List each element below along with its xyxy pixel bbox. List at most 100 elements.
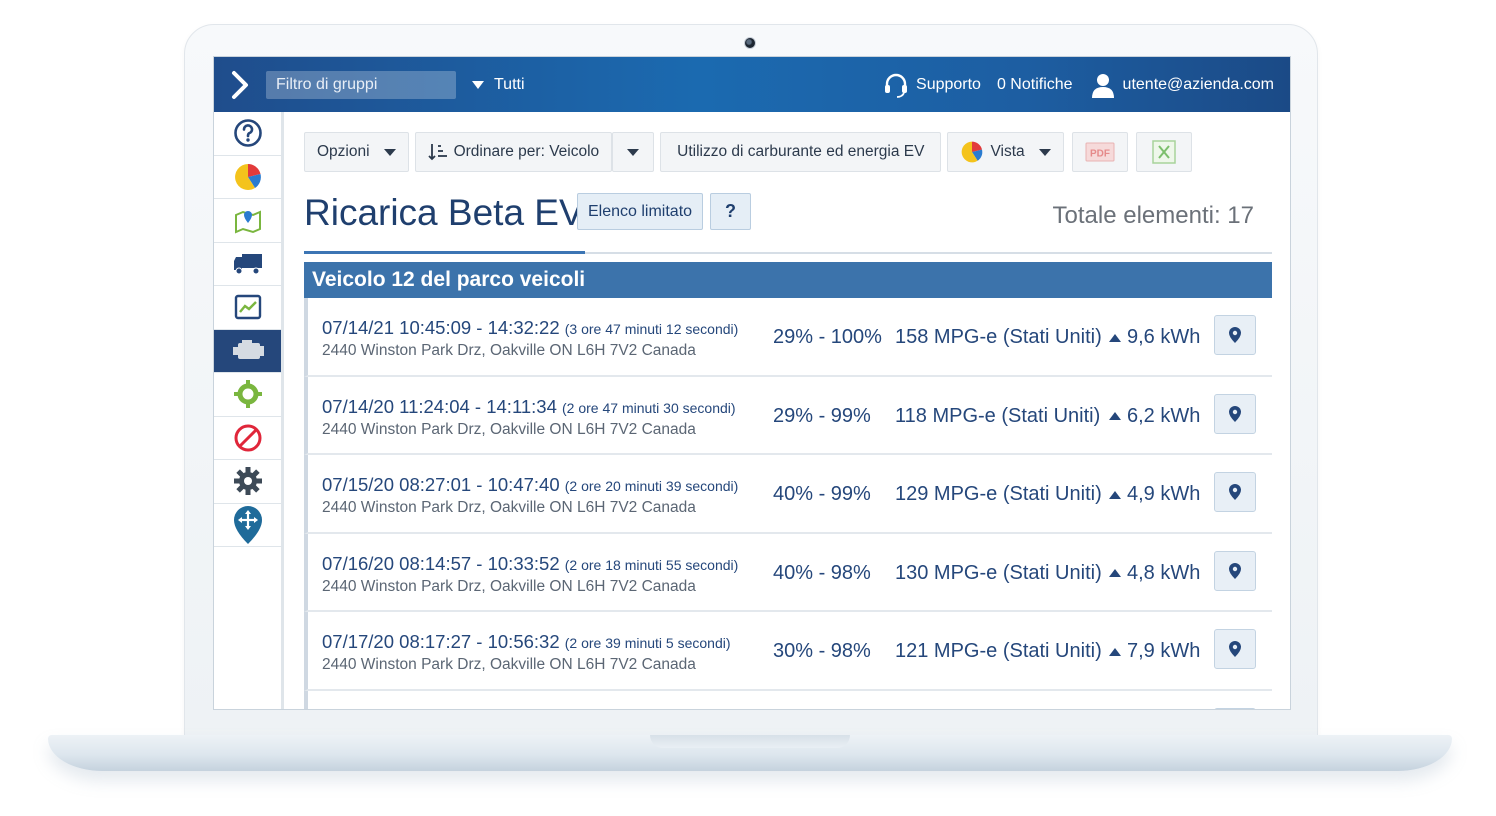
sidebar-item-rules[interactable] bbox=[214, 373, 281, 417]
session-time: 07/14/21 10:45:09 - 14:32:22 (3 ore 47 m… bbox=[322, 317, 739, 338]
map-pin-icon bbox=[1229, 562, 1241, 579]
options-label: Opzioni bbox=[317, 143, 370, 160]
svg-text:PDF: PDF bbox=[1090, 149, 1110, 160]
help-circle-icon bbox=[233, 119, 262, 148]
sort-button[interactable]: Ordinare per: Veicolo bbox=[414, 132, 613, 172]
energy-value: 4,9 kWh bbox=[1109, 483, 1200, 506]
all-groups-dropdown[interactable]: Tutti bbox=[472, 76, 525, 94]
support-label: Supporto bbox=[916, 75, 981, 93]
triangle-up-icon bbox=[1109, 647, 1121, 656]
sort-dropdown-button[interactable] bbox=[612, 132, 655, 172]
sidebar-item-marketplace[interactable] bbox=[214, 504, 281, 547]
list-item[interactable]: 07/16/20 08:14:57 - 10:33:52 (2 ore 18 m… bbox=[304, 533, 1272, 612]
caret-down-icon bbox=[383, 148, 396, 156]
session-duration: (2 ore 39 minuti 5 secondi) bbox=[564, 635, 731, 651]
settings-gear-icon bbox=[233, 467, 262, 496]
mpg-e-value: 129 MPG-e (Stati Uniti) bbox=[895, 483, 1102, 505]
charge-range: 29% - 99% bbox=[773, 404, 871, 427]
charge-range: 30% - 98% bbox=[773, 640, 871, 662]
pie-chart-icon bbox=[962, 141, 983, 163]
charge-range: 40% - 98% bbox=[773, 561, 871, 584]
sidebar-item-help[interactable] bbox=[214, 112, 281, 156]
triangle-down-icon bbox=[472, 80, 484, 89]
view-label: Vista bbox=[990, 143, 1025, 160]
session-duration: (2 ore 47 minuti 30 secondi) bbox=[562, 399, 736, 416]
sort-control: Ordinare per: Veicolo bbox=[414, 132, 655, 172]
session-duration: (3 ore 47 minuti 12 secondi) bbox=[564, 321, 739, 337]
excel-file-icon bbox=[1151, 140, 1176, 164]
session-duration: (2 ore 20 minuti 39 secondi) bbox=[564, 478, 739, 494]
caret-down-icon bbox=[1038, 148, 1051, 156]
charge-list: 07/14/21 10:45:09 - 14:32:22 (3 ore 47 m… bbox=[304, 298, 1272, 709]
energy-value: 6,2 kWh bbox=[1109, 405, 1200, 428]
truck-icon bbox=[233, 253, 262, 275]
map-pin-icon bbox=[1229, 484, 1241, 500]
triangle-up-icon bbox=[1109, 412, 1121, 420]
session-duration: (2 ore 18 minuti 55 secondi) bbox=[564, 556, 739, 573]
user-menu[interactable]: utente@azienda.com bbox=[1089, 71, 1274, 99]
group-filter-input[interactable] bbox=[266, 70, 456, 99]
charge-range: 29% - 100% bbox=[773, 326, 882, 348]
session-address: 2440 Winston Park Drz, Oakville ON L6H 7… bbox=[322, 342, 696, 359]
pdf-file-icon: PDF bbox=[1085, 142, 1115, 162]
sort-icon bbox=[427, 144, 447, 161]
laptop-notch bbox=[650, 735, 850, 748]
options-button[interactable]: Opzioni bbox=[304, 132, 409, 172]
notifications-label: 0 Notifiche bbox=[996, 75, 1073, 93]
title-row: Ricarica Beta EV Elenco limitato ? Total… bbox=[304, 192, 1272, 250]
energy-value: 4,8 kWh bbox=[1109, 562, 1200, 585]
support-link[interactable]: Supporto bbox=[882, 71, 981, 99]
session-address: 2440 Winston Park Drz, Oakville ON L6H 7… bbox=[322, 420, 696, 438]
list-item[interactable]: 07/17/20 08:17:27 - 10:56:32 (2 ore 39 m… bbox=[304, 612, 1272, 691]
sidebar-item-dashboard[interactable] bbox=[214, 156, 281, 199]
sidebar bbox=[214, 112, 284, 709]
mpg-e-value: 158 MPG-e (Stati Uniti) bbox=[895, 326, 1102, 348]
sidebar-item-activity[interactable] bbox=[214, 286, 281, 330]
mpg-e-value: 130 MPG-e (Stati Uniti) bbox=[895, 561, 1102, 584]
user-label: utente@azienda.com bbox=[1122, 75, 1274, 93]
sidebar-item-engine[interactable] bbox=[214, 329, 281, 373]
sidebar-item-settings[interactable] bbox=[214, 460, 281, 504]
show-on-map-button[interactable] bbox=[1214, 629, 1256, 669]
view-button[interactable]: Vista bbox=[947, 132, 1064, 172]
rules-gear-icon bbox=[233, 380, 262, 409]
report-button[interactable]: Utilizzo di carburante ed energia EV bbox=[660, 132, 942, 172]
list-item[interactable]: 07/15/20 08:27:01 - 10:47:40 (2 ore 20 m… bbox=[304, 455, 1272, 534]
list-item[interactable]: 07/14/20 11:24:04 - 14:11:34 (2 ore 47 m… bbox=[304, 376, 1272, 455]
sidebar-item-vehicles[interactable] bbox=[214, 243, 281, 286]
show-on-map-button[interactable] bbox=[1214, 393, 1256, 434]
show-on-map-button[interactable] bbox=[1214, 707, 1256, 709]
show-on-map-button[interactable] bbox=[1214, 472, 1256, 512]
export-excel-button[interactable] bbox=[1135, 132, 1192, 172]
limited-list-button[interactable]: Elenco limitato bbox=[577, 193, 704, 230]
session-time: 07/16/20 08:14:57 - 10:33:52 (2 ore 18 m… bbox=[322, 552, 739, 574]
mpg-e-value: 121 MPG-e (Stati Uniti) bbox=[895, 640, 1102, 662]
map-icon bbox=[234, 210, 261, 234]
caret-down-icon bbox=[627, 148, 640, 156]
triangle-up-icon bbox=[1109, 569, 1121, 577]
triangle-up-icon bbox=[1109, 490, 1121, 499]
show-on-map-button[interactable] bbox=[1214, 315, 1256, 355]
help-button[interactable]: ? bbox=[710, 193, 751, 230]
user-icon bbox=[1091, 73, 1114, 98]
export-pdf-button[interactable]: PDF bbox=[1071, 132, 1128, 172]
charge-range: 40% - 99% bbox=[773, 483, 871, 505]
session-time: 07/15/20 08:27:01 - 10:47:40 (2 ore 20 m… bbox=[322, 474, 739, 495]
marketplace-pin-icon bbox=[233, 505, 262, 544]
page-title: Ricarica Beta EV bbox=[304, 192, 584, 233]
list-item[interactable]: 07/14/21 10:45:09 - 14:32:22 (3 ore 47 m… bbox=[304, 298, 1272, 377]
report-label: Utilizzo di carburante ed energia EV bbox=[677, 143, 925, 160]
session-address: 2440 Winston Park Drz, Oakville ON L6H 7… bbox=[322, 499, 696, 516]
session-time: 07/14/20 11:24:04 - 14:11:34 (2 ore 47 m… bbox=[322, 395, 736, 417]
app-screen: Tutti Supporto 0 Notifiche ut bbox=[213, 56, 1291, 710]
session-address: 2440 Winston Park Drz, Oakville ON L6H 7… bbox=[322, 577, 696, 595]
sidebar-item-map[interactable] bbox=[214, 199, 281, 243]
map-pin-icon bbox=[1229, 327, 1241, 343]
show-on-map-button[interactable] bbox=[1214, 550, 1256, 591]
nav-toggle-button[interactable] bbox=[214, 57, 266, 112]
headset-icon bbox=[885, 73, 908, 98]
notifications-link[interactable]: 0 Notifiche bbox=[997, 76, 1073, 94]
sidebar-item-exceptions[interactable] bbox=[214, 417, 281, 460]
toolbar: Opzioni Ordinare per: Veicolo Utilizzo d… bbox=[304, 132, 1192, 172]
list-item[interactable] bbox=[304, 690, 1272, 709]
